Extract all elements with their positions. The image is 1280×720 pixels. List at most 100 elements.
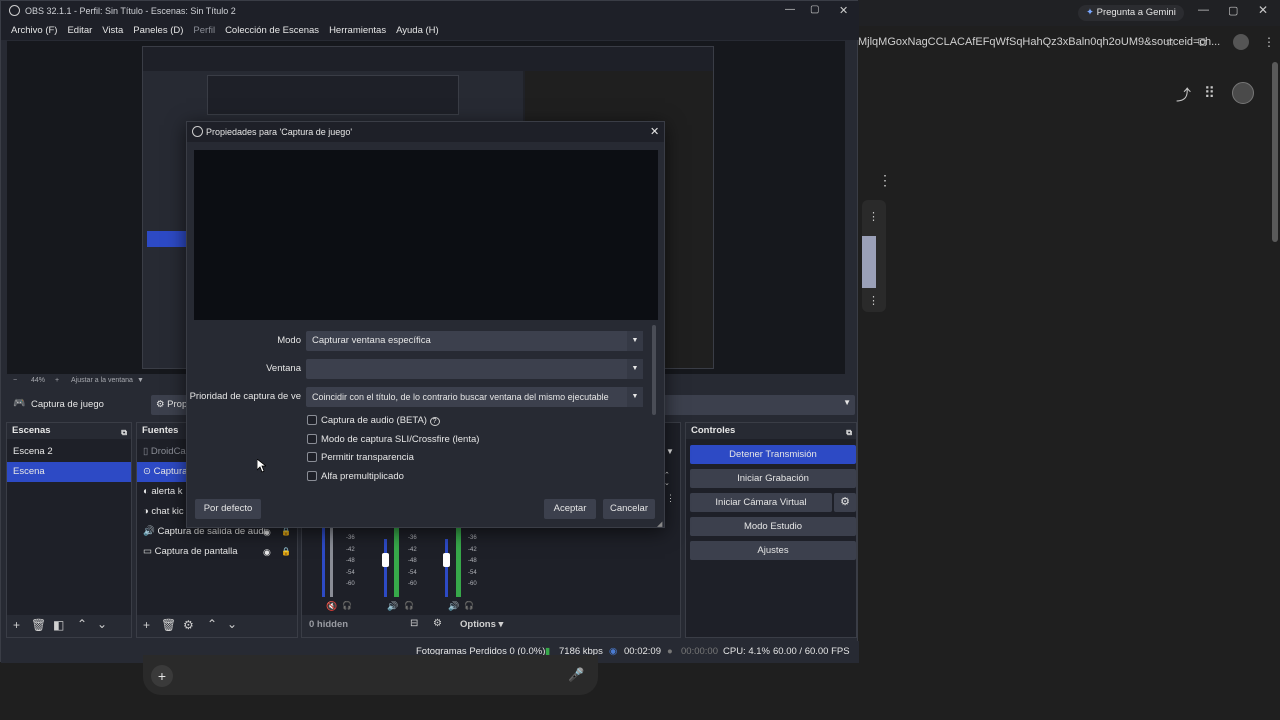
eye-icon[interactable]: ◉ <box>263 542 271 562</box>
scroll-arrows[interactable]: ⌃ ⌄ <box>664 471 676 491</box>
tick: -42 <box>468 546 477 553</box>
premultiplied-alpha-checkbox[interactable]: Alfa premultiplicado <box>307 470 404 484</box>
add-icon[interactable]: + <box>13 618 20 632</box>
stream-time: 00:02:09 <box>624 646 661 657</box>
menu-perfil[interactable]: Perfil <box>193 22 215 40</box>
headphones-icon[interactable]: 🎧 <box>464 601 474 610</box>
apps-icon[interactable]: ⠿ <box>1204 84 1215 102</box>
volume-slider-handle[interactable] <box>443 553 450 567</box>
maximize-icon[interactable]: ▢ <box>1228 4 1238 17</box>
sli-capture-checkbox[interactable]: Modo de captura SLI/Crossfire (lenta) <box>307 433 479 447</box>
zoom-out-icon[interactable]: − <box>13 377 17 384</box>
audio-capture-checkbox[interactable]: Captura de audio (BETA) ? <box>307 414 440 428</box>
move-up-icon[interactable]: ⌃ <box>77 617 87 631</box>
studio-mode-button[interactable]: Modo Estudio <box>690 517 856 536</box>
menu-coleccion[interactable]: Colección de Escenas <box>225 22 319 40</box>
fit-label[interactable]: Ajustar a la ventana <box>71 377 133 384</box>
headphones-icon[interactable]: 🎧 <box>404 601 414 610</box>
menu-archivo[interactable]: Archivo (F) <box>11 22 57 40</box>
extensions-icon[interactable]: ⧉ <box>1198 35 1207 50</box>
ok-button[interactable]: Aceptar <box>544 499 596 519</box>
undock-icon[interactable]: ⧉ <box>846 425 852 441</box>
volume-slider-handle[interactable] <box>382 553 389 567</box>
menu-vista[interactable]: Vista <box>102 22 123 40</box>
cancel-button[interactable]: Cancelar <box>603 499 655 519</box>
menu-herramientas[interactable]: Herramientas <box>329 22 386 40</box>
card-more-icon[interactable]: ⋮ <box>868 210 879 223</box>
resize-grip-icon[interactable]: ◢ <box>657 520 662 528</box>
layout-icon[interactable]: ⊟ <box>410 618 418 629</box>
nested-scene-selected <box>147 231 191 247</box>
scrollbar[interactable] <box>1272 62 1278 242</box>
minimize-icon[interactable]: — <box>1198 4 1209 16</box>
add-icon[interactable]: + <box>151 665 173 687</box>
scene-item-selected[interactable]: Escena <box>7 462 131 482</box>
account-avatar[interactable] <box>1232 82 1254 104</box>
trash-icon[interactable]: 🗑 <box>161 618 176 632</box>
mode-label: Modo <box>277 335 301 346</box>
share-icon[interactable]: ⤴ <box>1176 84 1191 105</box>
gemini-button[interactable]: ✦ Pregunta a Gemini <box>1078 5 1184 21</box>
close-icon[interactable]: ✕ <box>839 4 848 17</box>
start-recording-button[interactable]: Iniciar Grabación <box>690 469 856 488</box>
stop-stream-button[interactable]: Detener Transmisión <box>690 445 856 464</box>
checkbox-box <box>307 452 317 463</box>
menu-icon[interactable]: ⋮ <box>1263 35 1275 49</box>
transparency-checkbox[interactable]: Permitir transparencia <box>307 451 414 465</box>
maximize-icon[interactable]: ▢ <box>810 4 819 15</box>
minimize-icon[interactable]: — <box>785 4 795 15</box>
properties-label: Prop <box>167 399 188 410</box>
defaults-button[interactable]: Por defecto <box>195 499 261 519</box>
card-more-icon-2[interactable]: ⋮ <box>868 294 879 307</box>
chevron-down-icon[interactable]: ▼ <box>666 447 678 461</box>
lock-icon[interactable]: 🔒 <box>281 542 291 562</box>
mixer-settings-icon[interactable]: ⚙ <box>433 618 442 629</box>
scrollbar[interactable] <box>652 325 656 415</box>
close-icon[interactable]: ✕ <box>650 122 659 142</box>
menu-bar: Archivo (F) Editar Vista Paneles (D) Perfil C… <box>1 22 859 40</box>
tick: -60 <box>468 581 477 587</box>
speaker-icon[interactable]: 🔊 <box>387 601 398 612</box>
fit-dropdown-icon[interactable]: ▼ <box>137 377 144 384</box>
virtual-camera-settings-button[interactable]: ⚙ <box>834 493 856 512</box>
speaker-icon[interactable]: 🔊 <box>448 601 459 612</box>
more-icon[interactable]: ⋮ <box>666 493 675 504</box>
profile-avatar[interactable] <box>1233 34 1249 50</box>
move-down-icon[interactable]: ⌄ <box>227 617 237 631</box>
source-label: DroidCa <box>150 446 186 457</box>
controls-dock: Controles ⧉ Detener Transmisión Iniciar G… <box>685 422 857 638</box>
chat-input-bar[interactable]: + 🎤 <box>143 655 598 695</box>
star-icon[interactable]: ☆ <box>1165 35 1176 49</box>
tick: -48 <box>408 558 417 564</box>
more-icon[interactable]: ⋮ <box>878 172 892 189</box>
address-bar[interactable]: MjlqMGoxNagCCLACAfEFqWfSqHahQz3xBaln0qh2… <box>858 28 1220 56</box>
undock-icon[interactable]: ⧉ <box>121 425 127 441</box>
window-select[interactable]: ▼ <box>306 359 643 379</box>
source-dropdown[interactable]: ▼ <box>663 395 855 415</box>
move-down-icon[interactable]: ⌄ <box>97 617 107 631</box>
source-label: chat kic <box>151 506 184 517</box>
gear-icon[interactable]: ⚙ <box>183 618 194 632</box>
options-button[interactable]: Options ▾ <box>460 619 503 630</box>
tick: -36 <box>468 535 477 541</box>
move-up-icon[interactable]: ⌃ <box>207 617 217 631</box>
add-icon[interactable]: + <box>143 618 150 632</box>
filter-icon[interactable]: ◧ <box>53 618 64 632</box>
microphone-icon[interactable]: 🎤 <box>568 667 584 683</box>
headphones-icon[interactable]: 🎧 <box>342 601 352 610</box>
menu-ayuda[interactable]: Ayuda (H) <box>396 22 439 40</box>
tick: -60 <box>408 581 417 587</box>
priority-select[interactable]: Coincidir con el título, de lo contrario… <box>306 387 643 407</box>
trash-icon[interactable]: 🗑 <box>31 618 46 632</box>
scene-item[interactable]: Escena 2 <box>7 442 131 462</box>
virtual-camera-button[interactable]: Iniciar Cámara Virtual <box>690 493 832 512</box>
muted-speaker-icon[interactable]: 🔇 <box>326 601 337 612</box>
menu-editar[interactable]: Editar <box>67 22 92 40</box>
close-icon[interactable]: ✕ <box>1258 3 1268 17</box>
menu-paneles[interactable]: Paneles (D) <box>133 22 183 40</box>
zoom-in-icon[interactable]: + <box>55 377 59 384</box>
mode-select[interactable]: Capturar ventana específica ▼ <box>306 331 643 351</box>
settings-button[interactable]: Ajustes <box>690 541 856 560</box>
help-icon[interactable]: ? <box>429 417 440 426</box>
source-item[interactable]: ▭ Captura de pantalla ◉ 🔒 <box>137 542 297 562</box>
